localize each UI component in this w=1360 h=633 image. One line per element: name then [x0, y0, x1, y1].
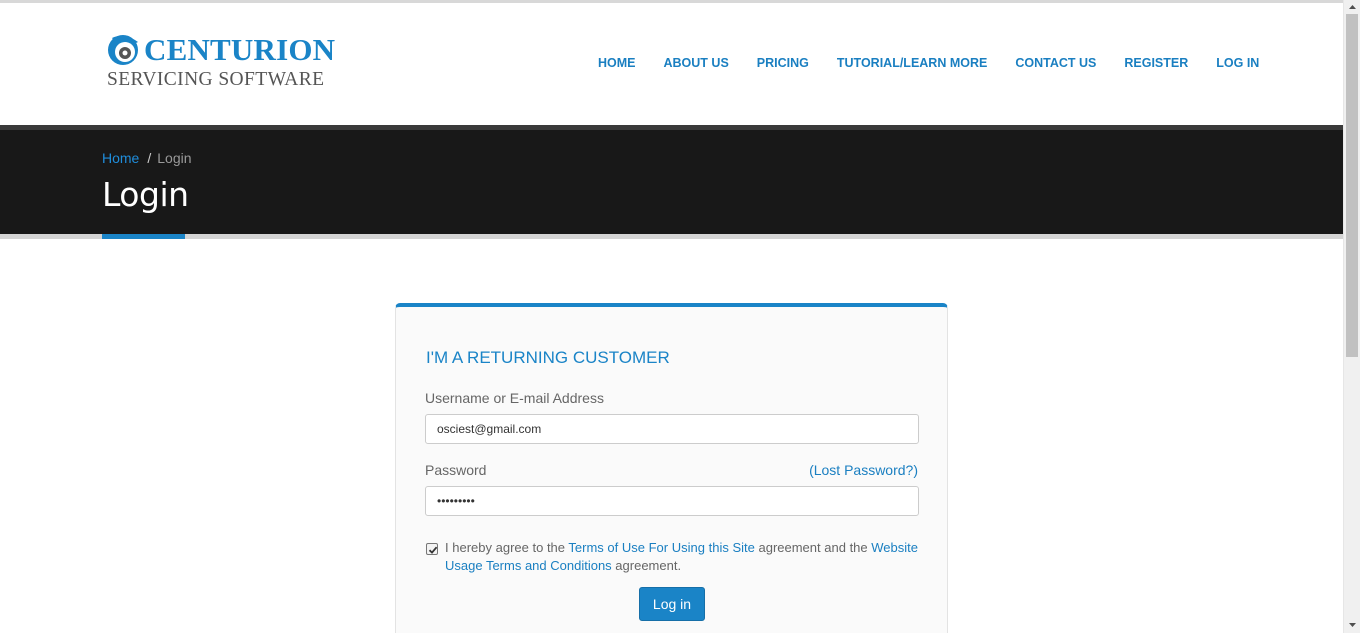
agree-text-part-2: agreement and the: [754, 540, 872, 555]
site-logo[interactable]: CENTURION SERVICING SOFTWARE: [106, 32, 356, 94]
terms-of-use-link[interactable]: Terms of Use For Using this Site: [568, 540, 754, 555]
password-label: Password: [425, 462, 487, 478]
scroll-thumb[interactable]: [1346, 14, 1358, 357]
page-title: Login: [102, 175, 189, 214]
title-band-bottom-border: [0, 234, 1343, 239]
username-label: Username or E-mail Address: [425, 390, 604, 406]
scroll-up-arrow-icon[interactable]: [1344, 0, 1360, 14]
title-accent-bar: [102, 234, 185, 239]
login-card: I'M A RETURNING CUSTOMER Username or E-m…: [395, 303, 948, 633]
nav-tutorial[interactable]: TUTORIAL/LEARN MORE: [837, 55, 987, 71]
page-scrollbar[interactable]: [1343, 0, 1360, 633]
login-heading: I'M A RETURNING CUSTOMER: [426, 348, 670, 367]
main-nav: HOME ABOUT US PRICING TUTORIAL/LEARN MOR…: [598, 55, 1287, 71]
nav-pricing[interactable]: PRICING: [757, 55, 809, 71]
scroll-down-arrow-icon[interactable]: [1344, 617, 1360, 633]
helmet-logo-icon: [108, 35, 138, 65]
lost-password-link[interactable]: (Lost Password?): [809, 462, 918, 478]
breadcrumb: Home / Login: [102, 150, 192, 166]
nav-log-in[interactable]: LOG IN: [1216, 55, 1259, 71]
nav-register[interactable]: REGISTER: [1124, 55, 1188, 71]
breadcrumb-separator: /: [147, 150, 152, 166]
agree-text-part-3: agreement.: [611, 558, 682, 573]
logo-subtitle: SERVICING SOFTWARE: [107, 69, 325, 90]
logo-title: CENTURION: [144, 32, 336, 67]
checkmark-icon: [428, 546, 438, 554]
agree-text-part-1: I hereby agree to the: [445, 540, 569, 555]
page-title-band: [0, 130, 1343, 234]
site-header: CENTURION SERVICING SOFTWARE HOME ABOUT …: [0, 3, 1343, 125]
agree-checkbox[interactable]: [426, 543, 438, 555]
breadcrumb-current: Login: [157, 150, 192, 166]
agree-text: I hereby agree to the Terms of Use For U…: [445, 539, 918, 575]
nav-about-us[interactable]: ABOUT US: [664, 55, 729, 71]
nav-home[interactable]: HOME: [598, 55, 636, 71]
nav-contact-us[interactable]: CONTACT US: [1015, 55, 1096, 71]
password-input[interactable]: •••••••••: [425, 486, 919, 516]
log-in-button[interactable]: Log in: [639, 587, 705, 621]
username-input[interactable]: osciest@gmail.com: [425, 414, 919, 444]
breadcrumb-home[interactable]: Home: [102, 150, 139, 166]
